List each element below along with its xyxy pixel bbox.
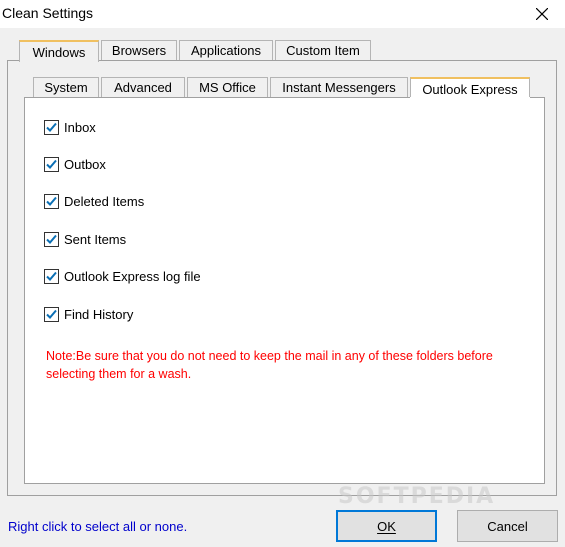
active-tab-joint — [410, 97, 530, 99]
checkmark-icon — [46, 271, 57, 281]
select-all-hint: Right click to select all or none. — [8, 519, 188, 534]
tab-advanced[interactable]: Advanced — [101, 77, 185, 97]
checkmark-icon — [46, 309, 57, 319]
checkbox-log-file[interactable] — [44, 268, 59, 284]
checkmark-icon — [46, 122, 57, 132]
tab-windows[interactable]: Windows — [19, 40, 99, 62]
checkbox-row-find-history[interactable]: Find History — [44, 305, 133, 323]
cancel-button[interactable]: Cancel — [457, 510, 558, 542]
close-icon — [536, 8, 548, 20]
tab-ms-office[interactable]: MS Office — [187, 77, 268, 97]
tab-outlook-express[interactable]: Outlook Express — [410, 77, 530, 99]
checkbox-inbox[interactable] — [44, 119, 59, 135]
cancel-button-label: Cancel — [487, 518, 528, 534]
checkbox-label: Outbox — [64, 156, 106, 172]
ok-button-label: OK — [377, 518, 396, 534]
tab-instant-messengers[interactable]: Instant Messengers — [270, 77, 408, 97]
checkbox-outbox[interactable] — [44, 156, 59, 172]
tab-system[interactable]: System — [33, 77, 99, 97]
checkbox-row-outbox[interactable]: Outbox — [44, 155, 106, 173]
checkbox-sent-items[interactable] — [44, 231, 59, 247]
tab-custom-item[interactable]: Custom Item — [275, 40, 371, 60]
checkbox-deleted-items[interactable] — [44, 193, 59, 209]
checkbox-label: Outlook Express log file — [64, 268, 201, 284]
checkmark-icon — [46, 234, 57, 244]
checkbox-label: Inbox — [64, 119, 96, 135]
window-title: Clean Settings — [2, 5, 94, 21]
checkbox-find-history[interactable] — [44, 306, 59, 322]
tab-applications[interactable]: Applications — [179, 40, 273, 60]
checkbox-label: Deleted Items — [64, 193, 145, 209]
checkbox-label: Sent Items — [64, 231, 127, 247]
warning-note: Note:Be sure that you do not need to kee… — [46, 349, 493, 381]
tab-browsers[interactable]: Browsers — [101, 40, 177, 60]
checkmark-icon — [46, 159, 57, 169]
checkmark-icon — [46, 196, 57, 206]
checkbox-row-sent-items[interactable]: Sent Items — [44, 230, 126, 248]
checkbox-row-deleted-items[interactable]: Deleted Items — [44, 192, 144, 210]
close-button[interactable] — [519, 0, 565, 28]
ok-button[interactable]: OK — [336, 510, 437, 542]
checkbox-row-inbox[interactable]: Inbox — [44, 118, 96, 136]
watermark-logo: SOFTPEDIA — [338, 484, 496, 509]
checkbox-label: Find History — [64, 306, 134, 322]
checkbox-row-log-file[interactable]: Outlook Express log file — [44, 267, 201, 285]
title-bar: Clean Settings — [0, 0, 565, 28]
